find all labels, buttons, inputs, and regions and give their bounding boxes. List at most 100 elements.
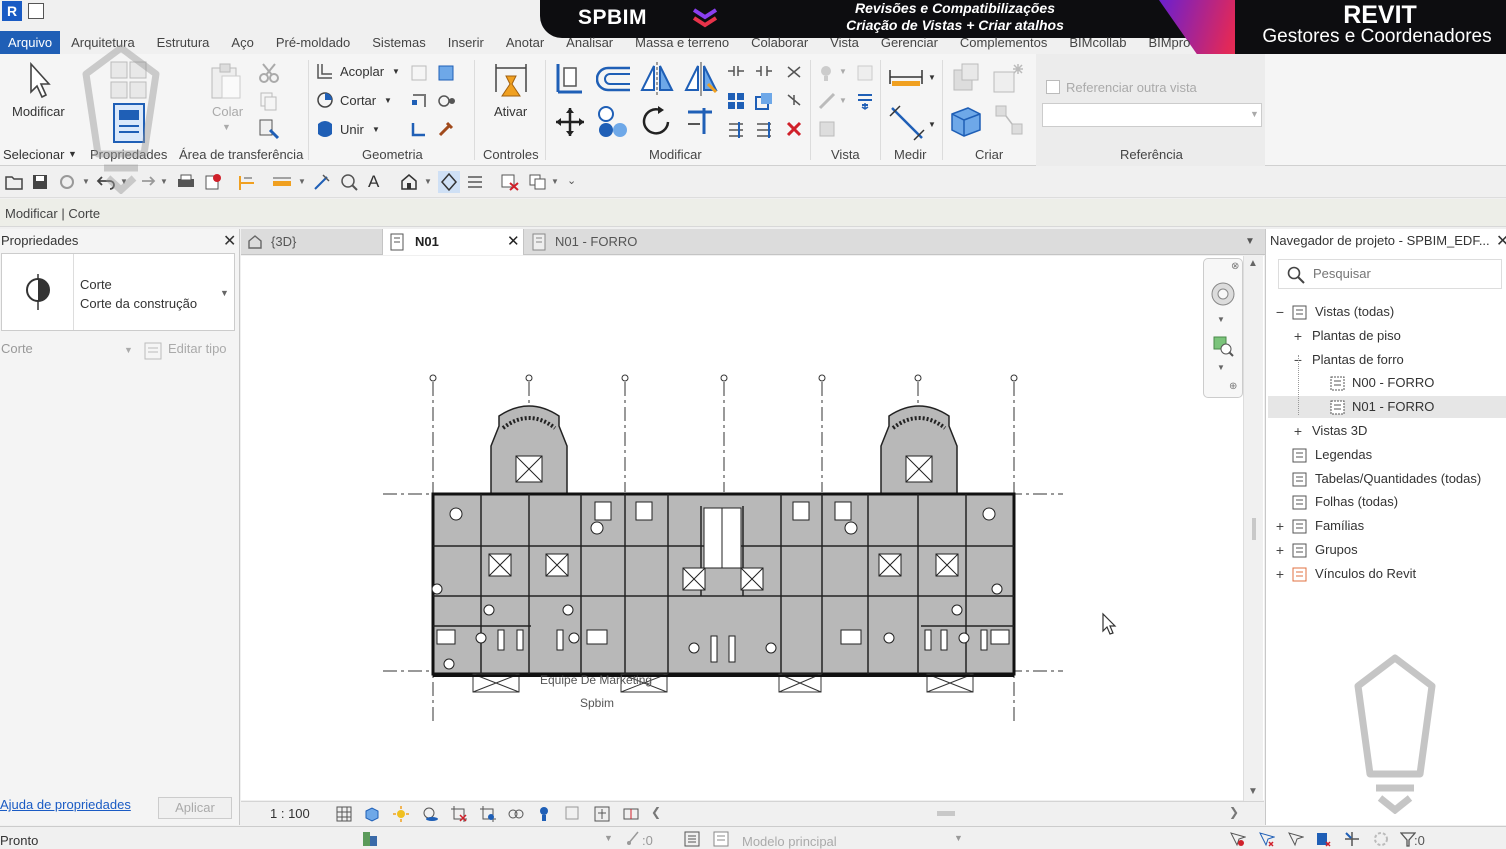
reference-view-select[interactable] <box>1042 103 1262 127</box>
expand-icon[interactable]: + <box>1274 515 1286 537</box>
cope-icon[interactable] <box>316 62 334 80</box>
revit-logo-icon[interactable]: R <box>2 1 22 21</box>
copy-icon[interactable] <box>260 92 278 112</box>
close-icon[interactable]: ✕ <box>223 231 236 251</box>
editable-only-icon[interactable] <box>626 830 640 846</box>
unlocked-3d-icon[interactable] <box>507 806 525 822</box>
close-icon[interactable]: ✕ <box>1496 231 1506 251</box>
unpin-icon[interactable] <box>785 92 803 108</box>
array-icon[interactable] <box>727 92 745 110</box>
zoom-region-icon[interactable] <box>1212 335 1234 357</box>
wall-joins-icon[interactable] <box>410 92 428 110</box>
scroll-down-icon[interactable]: ▼ <box>1248 786 1258 797</box>
tree-item[interactable]: Tabelas/Quantidades (todas) <box>1268 468 1506 490</box>
pin-icon[interactable] <box>785 64 803 80</box>
print-icon[interactable] <box>177 174 195 190</box>
referenciar-outra-vista-checkbox[interactable] <box>1046 80 1060 94</box>
window-icon[interactable] <box>28 3 44 19</box>
activate-icon[interactable] <box>492 62 530 100</box>
floor-plan-drawing[interactable] <box>241 256 1243 800</box>
design-option-select[interactable]: Modelo principal <box>742 834 837 849</box>
tag-icon[interactable] <box>313 173 331 191</box>
detail-level-icon[interactable] <box>336 806 352 822</box>
select-pinned-icon[interactable] <box>1286 830 1304 848</box>
thin-lines-icon[interactable] <box>466 173 484 191</box>
cortar-chevron-icon[interactable]: ▼ <box>384 96 392 105</box>
match-properties-icon[interactable] <box>258 118 280 140</box>
unir-chevron-icon[interactable]: ▼ <box>372 125 380 134</box>
save-icon[interactable] <box>32 174 48 190</box>
move-icon[interactable] <box>554 106 586 138</box>
collapse-icon[interactable]: − <box>1274 301 1286 323</box>
ribbon-tab-analisar[interactable]: Analisar <box>555 31 624 54</box>
trim-corner-icon[interactable] <box>727 120 745 138</box>
tab-n01[interactable]: N01 ✕ <box>382 229 524 255</box>
create-assembly-icon[interactable] <box>950 62 982 94</box>
tree-item[interactable]: + Famílias <box>1268 515 1506 537</box>
expand-icon[interactable]: + <box>1292 325 1304 347</box>
mirror-draw-axis-icon[interactable] <box>684 62 718 96</box>
model-chevron-icon[interactable]: ▼ <box>954 833 963 843</box>
unir-button[interactable]: Unir <box>340 122 364 137</box>
expand-icon[interactable]: + <box>1274 563 1286 585</box>
sync-icon[interactable] <box>58 174 76 190</box>
measure-qat-icon[interactable] <box>238 174 256 192</box>
pick-icon[interactable] <box>437 120 455 138</box>
design-options-icon[interactable] <box>684 831 700 847</box>
switch-windows-icon[interactable] <box>528 173 548 191</box>
ribbon-tab-complementos[interactable]: Complementos <box>949 31 1058 54</box>
tree-item[interactable]: Folhas (todas) <box>1268 491 1506 513</box>
show-crop-icon[interactable] <box>479 805 497 823</box>
selecionar-chevron-icon[interactable]: ▼ <box>68 149 77 159</box>
switch-windows-chevron-icon[interactable]: ▼ <box>551 177 559 186</box>
demolish-icon[interactable] <box>437 92 459 110</box>
select-links-icon[interactable] <box>1228 830 1246 848</box>
type-selector-chevron-icon[interactable]: ▼ <box>220 288 229 298</box>
ribbon-tab-bimpro[interactable]: BIMpro <box>1137 31 1201 54</box>
linework-chevron-icon[interactable]: ▼ <box>839 96 847 105</box>
select-underlay-icon[interactable] <box>1257 830 1275 848</box>
tab-3d[interactable]: {3D} <box>241 229 381 255</box>
override-icon[interactable] <box>856 64 874 82</box>
ativar-button[interactable]: Ativar <box>494 104 527 119</box>
tree-item[interactable]: − Vistas (todas) <box>1268 301 1506 323</box>
create-group-icon[interactable] <box>948 104 984 140</box>
filter-chevron-icon[interactable]: ▼ <box>124 345 133 355</box>
expand-icon[interactable]: + <box>1274 539 1286 561</box>
split-gap-icon[interactable] <box>755 64 773 78</box>
paste-button[interactable]: Colar <box>212 104 243 119</box>
measure-icon[interactable] <box>888 66 924 88</box>
default-3d-view-icon[interactable] <box>400 173 418 191</box>
sun-path-icon[interactable] <box>392 805 410 823</box>
open-icon[interactable] <box>5 174 23 190</box>
ribbon-tab-massa-e-terreno[interactable]: Massa e terreno <box>624 31 740 54</box>
ribbon-tab-vista[interactable]: Vista <box>819 31 870 54</box>
split-element-icon[interactable] <box>727 64 745 78</box>
paint-icon[interactable] <box>437 64 455 82</box>
scroll-left-icon[interactable]: ❮ <box>651 805 661 819</box>
edit-type-icon[interactable] <box>144 342 162 360</box>
workset-chevron-icon[interactable]: ▼ <box>604 833 613 843</box>
copy-modify-icon[interactable] <box>596 104 630 140</box>
analytical-model-icon[interactable] <box>622 805 640 823</box>
reference-view-chevron-icon[interactable]: ▼ <box>1250 109 1259 119</box>
filter-view-icon[interactable] <box>856 92 874 110</box>
close-tab-icon[interactable]: ✕ <box>507 229 520 255</box>
ribbon-tab-colaborar[interactable]: Colaborar <box>740 31 819 54</box>
search-input[interactable] <box>1313 266 1493 281</box>
main-model-icon[interactable] <box>712 830 730 848</box>
create-parts-icon[interactable] <box>992 62 1026 96</box>
background-process-icon[interactable] <box>1372 830 1390 848</box>
tree-item[interactable]: Legendas <box>1268 444 1506 466</box>
tree-item[interactable]: + Grupos <box>1268 539 1506 561</box>
instance-filter-select[interactable]: Corte <box>1 341 139 363</box>
create-similar-icon[interactable] <box>994 104 1026 138</box>
navigation-bar[interactable]: ⊗ ▼ ▼ ⊕ <box>1203 258 1243 398</box>
cortar-button[interactable]: Cortar <box>340 93 376 108</box>
paste-icon[interactable] <box>208 62 244 102</box>
join-icon[interactable] <box>316 120 334 138</box>
temporary-hide-icon[interactable] <box>537 805 551 823</box>
3d-chevron-icon[interactable]: ▼ <box>424 177 432 186</box>
align-modify-icon[interactable] <box>554 62 586 94</box>
navbar-options-icon[interactable]: ⊕ <box>1229 381 1237 392</box>
